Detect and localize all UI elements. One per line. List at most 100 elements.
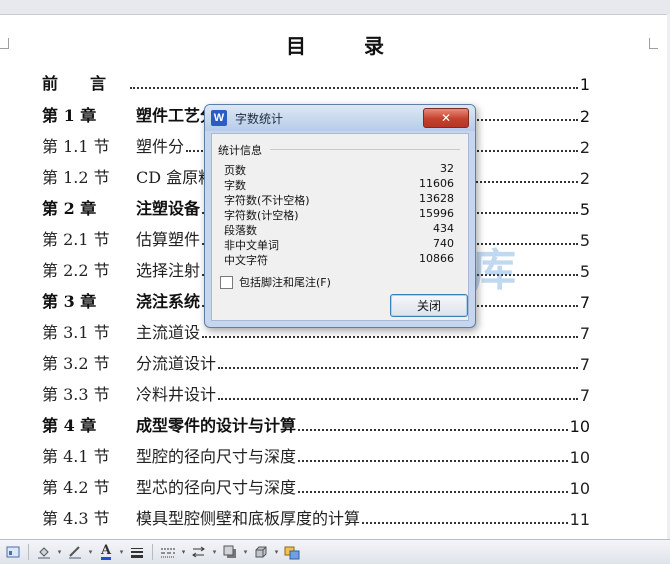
include-footnotes-checkbox[interactable]: [220, 275, 233, 289]
toc-entry-title: 浇注系统: [136, 292, 201, 311]
toc-leader-dots: [218, 398, 578, 400]
toc-entry-title: 塑件分: [136, 137, 185, 156]
toc-leader-dots: [362, 522, 568, 524]
chevron-down-icon[interactable]: ▾: [273, 548, 280, 556]
toc-entry-number: 第 1.1 节: [42, 137, 110, 156]
toc-entry[interactable]: 第 3.3 节 冷料井设计 7: [42, 381, 590, 405]
toc-leader-dots: [218, 367, 578, 369]
toolbar-separator: [28, 544, 29, 560]
stat-label: 段落数: [224, 224, 257, 237]
shadow-icon[interactable]: [221, 543, 239, 561]
toolbar-separator: [152, 544, 153, 560]
toc-entry-number: 第 4 章: [42, 416, 97, 435]
toc-leader-dots: [298, 460, 568, 462]
dialog-title-bar[interactable]: W 字数统计 ✕: [205, 105, 475, 131]
toc-entry-title: 成型零件的设计与计算: [136, 416, 297, 435]
chevron-down-icon[interactable]: ▾: [87, 548, 94, 556]
toc-entry[interactable]: 第 4.2 节 型芯的径向尺寸与深度 10: [42, 474, 590, 498]
close-icon[interactable]: ✕: [423, 108, 469, 128]
stat-row: 字符数(计空格) 15996: [224, 207, 454, 222]
stat-label: 字数: [224, 179, 246, 192]
word-count-dialog[interactable]: W 字数统计 ✕ 统计信息 页数 32 字数 11606 字符数(不计空格) 13628 字…: [204, 104, 476, 328]
toc-entry-page: 11: [569, 510, 590, 529]
toc-entry-page: 7: [579, 355, 590, 374]
line-style-icon[interactable]: [128, 543, 146, 561]
toc-entry[interactable]: 前 言 1: [42, 70, 590, 94]
stats-group-label: 统计信息: [218, 144, 262, 157]
stat-value: 434: [433, 222, 454, 235]
wps-app-icon: W: [211, 110, 227, 126]
stat-row: 非中文单词 740: [224, 237, 454, 252]
font-color-glyph: A: [100, 542, 112, 560]
stat-label: 页数: [224, 164, 246, 177]
toc-entry-page: 2: [579, 169, 590, 188]
toc-entry-title: 分流道设计: [136, 354, 217, 373]
toc-entry-page: 7: [579, 386, 590, 405]
close-button[interactable]: 关闭: [390, 294, 468, 317]
stat-row: 中文字符 10866: [224, 252, 454, 267]
toc-entry-title: 型芯的径向尺寸与深度: [136, 478, 297, 497]
toc-entry-number: 第 2 章: [42, 199, 97, 218]
font-color-icon[interactable]: A: [97, 543, 115, 561]
select-objects-icon[interactable]: [4, 543, 22, 561]
toc-entry-page: 7: [579, 293, 590, 312]
toc-entry-title: 冷料井设计: [136, 385, 217, 404]
stat-label: 字符数(不计空格): [224, 194, 310, 207]
chevron-down-icon[interactable]: ▾: [56, 548, 63, 556]
toc-entry-page: 2: [579, 107, 590, 126]
toc-entry-page: 5: [579, 262, 590, 281]
toc-leader-dots: [298, 429, 568, 431]
toc-entry-title: 注塑设备: [136, 199, 201, 218]
toc-entry-title: 主流道设: [136, 323, 201, 342]
include-footnotes-option[interactable]: 包括脚注和尾注(F): [220, 274, 331, 290]
stat-row: 字符数(不计空格) 13628: [224, 192, 454, 207]
picture-icon[interactable]: [283, 543, 301, 561]
3d-style-icon[interactable]: [252, 543, 270, 561]
toc-entry-title: CD 盒原料: [136, 168, 215, 187]
toc-entry-page: 10: [569, 448, 590, 467]
toc-entry-number: 第 1.2 节: [42, 168, 110, 187]
toc-entry-number: 第 3.3 节: [42, 385, 110, 404]
stat-value: 15996: [419, 207, 454, 220]
toc-entry[interactable]: 第 4.1 节 型腔的径向尺寸与深度 10: [42, 443, 590, 467]
chevron-down-icon[interactable]: ▾: [242, 548, 249, 556]
toc-entry[interactable]: 第 3.2 节 分流道设计 7: [42, 350, 590, 374]
arrow-style-icon[interactable]: [190, 543, 208, 561]
stat-label: 中文字符: [224, 254, 268, 267]
toc-entry-page: 5: [579, 200, 590, 219]
toc-entry-number: 第 3.1 节: [42, 323, 110, 342]
toc-entry-number: 第 3.2 节: [42, 354, 110, 373]
line-color-icon[interactable]: [66, 543, 84, 561]
toc-entry-title: 选择注射: [136, 261, 201, 280]
chevron-down-icon[interactable]: ▾: [180, 548, 187, 556]
toc-entry-number: 第 4.3 节: [42, 509, 110, 528]
include-footnotes-label[interactable]: 包括脚注和尾注(F): [239, 274, 331, 290]
stat-value: 10866: [419, 252, 454, 265]
toc-entry[interactable]: 第 4 章 成型零件的设计与计算 10: [42, 412, 590, 436]
stat-row: 字数 11606: [224, 177, 454, 192]
toc-entry-number: 第 2.1 节: [42, 230, 110, 249]
toc-entry-page: 2: [579, 138, 590, 157]
toc-entry[interactable]: 第 4.3 节 模具型腔侧壁和底板厚度的计算 11: [42, 505, 590, 529]
stat-value: 13628: [419, 192, 454, 205]
fill-color-icon[interactable]: [35, 543, 53, 561]
stat-value: 740: [433, 237, 454, 250]
toc-entry-number: 第 4.2 节: [42, 478, 110, 497]
group-divider: [270, 149, 460, 150]
chevron-down-icon[interactable]: ▾: [118, 548, 125, 556]
drawing-toolbar: ▾ ▾ A ▾ ▾ ▾ ▾ ▾: [0, 539, 670, 564]
toc-entry-page: 1: [579, 75, 590, 94]
toc-entry-number: 前 言: [42, 74, 107, 93]
stat-label: 字符数(计空格): [224, 209, 299, 222]
toc-entry-title: 估算塑件: [136, 230, 201, 249]
toc-leader-dots: [298, 491, 568, 493]
toc-entry-title: 模具型腔侧壁和底板厚度的计算: [136, 509, 361, 528]
toc-entry-page: 5: [579, 231, 590, 250]
toc-entry-number: 第 4.1 节: [42, 447, 110, 466]
dash-style-icon[interactable]: [159, 543, 177, 561]
toc-entry-title: 型腔的径向尺寸与深度: [136, 447, 297, 466]
toc-entry-number: 第 3 章: [42, 292, 97, 311]
dialog-body: 统计信息 页数 32 字数 11606 字符数(不计空格) 13628 字符数(计空格) 15…: [211, 133, 469, 321]
stat-value: 32: [440, 162, 454, 175]
chevron-down-icon[interactable]: ▾: [211, 548, 218, 556]
